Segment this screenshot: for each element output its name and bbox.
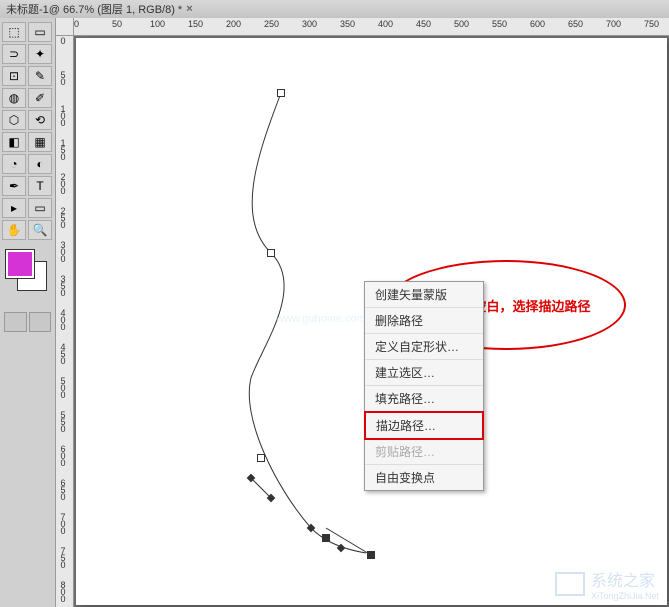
move-tool[interactable]: ⬚	[2, 22, 26, 42]
ruler-tick: 650	[58, 478, 68, 499]
ruler-tick: 800	[58, 580, 68, 601]
watermark: 系统之家 XiTongZhiJia.Net	[555, 567, 659, 601]
watermark-url: XiTongZhiJia.Net	[591, 591, 659, 601]
ruler-tick: 300	[302, 19, 317, 29]
path-handle[interactable]	[267, 494, 275, 502]
canvas-area: 0501001502002503003504004505005506006507…	[56, 18, 669, 607]
faint-watermark: www.guhome.com	[276, 313, 366, 325]
path-anchor[interactable]	[257, 454, 265, 462]
screen-mode-icon[interactable]	[29, 312, 52, 332]
lasso-tool[interactable]: ⊃	[2, 44, 26, 64]
menu-item[interactable]: 定义自定形状…	[365, 334, 483, 360]
ruler-tick: 600	[58, 444, 68, 465]
path-anchor[interactable]	[367, 551, 375, 559]
ruler-tick: 450	[416, 19, 431, 29]
selection-tool[interactable]: ▭	[28, 22, 52, 42]
vertical-ruler[interactable]: 0 50 100 150 200 250 300 350 400 450 500 550 600 650 7…	[56, 36, 74, 607]
ruler-tick: 350	[58, 274, 68, 295]
heal-tool[interactable]: ◍	[2, 88, 26, 108]
crop-tool[interactable]: ⊡	[2, 66, 26, 86]
path-select-tool[interactable]: ▸	[2, 198, 26, 218]
path-handle[interactable]	[247, 474, 255, 482]
pen-tool[interactable]: ✒	[2, 176, 26, 196]
menu-item[interactable]: 创建矢量蒙版	[365, 282, 483, 308]
ruler-tick: 500	[58, 376, 68, 397]
document-tab[interactable]: 未标题-1@ 66.7% (图层 1, RGB/8) * ×	[0, 0, 669, 18]
eraser-tool[interactable]: ◧	[2, 132, 26, 152]
ruler-tick: 550	[58, 410, 68, 431]
ruler-tick: 400	[378, 19, 393, 29]
ruler-tick: 500	[454, 19, 469, 29]
ruler-tick: 700	[58, 512, 68, 533]
menu-item[interactable]: 建立选区…	[365, 360, 483, 386]
context-menu: 创建矢量蒙版删除路径定义自定形状…建立选区…填充路径…描边路径…剪贴路径…自由变…	[364, 281, 484, 491]
ruler-tick: 750	[644, 19, 659, 29]
ruler-tick: 200	[58, 172, 68, 193]
horizontal-ruler[interactable]: 0 50 100 150 200 250 300 350 400 450 500 550 600 650 7…	[74, 18, 669, 36]
canvas[interactable]: www.guhome.com 创建矢量蒙版删除路径定义自定形状…建立选区…填充路…	[76, 38, 667, 605]
ruler-tick: 350	[340, 19, 355, 29]
ruler-tick: 50	[58, 70, 68, 84]
color-swatches[interactable]	[2, 250, 53, 300]
menu-item[interactable]: 删除路径	[365, 308, 483, 334]
shape-tool[interactable]: ▭	[28, 198, 52, 218]
path-anchor[interactable]	[322, 534, 330, 542]
close-icon[interactable]: ×	[186, 3, 192, 15]
house-icon	[555, 572, 585, 596]
ruler-tick: 450	[58, 342, 68, 363]
path-anchor[interactable]	[277, 89, 285, 97]
zoom-tool[interactable]: 🔍	[28, 220, 52, 240]
foreground-color-swatch[interactable]	[6, 250, 34, 278]
ruler-tick: 200	[226, 19, 241, 29]
eyedropper-tool[interactable]: ✎	[28, 66, 52, 86]
brush-tool[interactable]: ✐	[28, 88, 52, 108]
menu-item[interactable]: 描边路径…	[364, 411, 484, 440]
stamp-tool[interactable]: ⬡	[2, 110, 26, 130]
ruler-tick: 100	[58, 104, 68, 125]
magic-wand-tool[interactable]: ✦	[28, 44, 52, 64]
ruler-tick: 650	[568, 19, 583, 29]
gradient-tool[interactable]: ▦	[28, 132, 52, 152]
ruler-tick: 750	[58, 546, 68, 567]
menu-item[interactable]: 自由变换点	[365, 465, 483, 490]
path-anchor[interactable]	[267, 249, 275, 257]
ruler-tick: 250	[58, 206, 68, 227]
watermark-text: 系统之家	[591, 567, 659, 591]
menu-item: 剪贴路径…	[365, 439, 483, 465]
ruler-tick: 700	[606, 19, 621, 29]
ruler-tick: 300	[58, 240, 68, 261]
ruler-origin[interactable]	[56, 18, 74, 36]
ruler-tick: 0	[74, 19, 79, 29]
toolbox-panel: ⬚▭⊃✦⊡✎◍✐⬡⟲◧▦◔◐✒T▸▭✋🔍	[0, 18, 56, 607]
ruler-tick: 50	[112, 19, 122, 29]
dodge-tool[interactable]: ◐	[28, 154, 52, 174]
ruler-tick: 600	[530, 19, 545, 29]
ruler-tick: 250	[264, 19, 279, 29]
type-tool[interactable]: T	[28, 176, 52, 196]
ruler-tick: 400	[58, 308, 68, 329]
ruler-tick: 550	[492, 19, 507, 29]
path-handle[interactable]	[307, 524, 315, 532]
quickmask-mode-icon[interactable]	[4, 312, 27, 332]
menu-item[interactable]: 填充路径…	[365, 386, 483, 412]
ruler-tick: 150	[58, 138, 68, 159]
ruler-tick: 100	[150, 19, 165, 29]
document-title: 未标题-1@ 66.7% (图层 1, RGB/8) *	[6, 1, 182, 17]
ruler-tick: 150	[188, 19, 203, 29]
ruler-tick: 0	[58, 36, 68, 43]
hand-tool[interactable]: ✋	[2, 220, 26, 240]
path-handle[interactable]	[337, 544, 345, 552]
blur-tool[interactable]: ◔	[2, 154, 26, 174]
history-brush-tool[interactable]: ⟲	[28, 110, 52, 130]
